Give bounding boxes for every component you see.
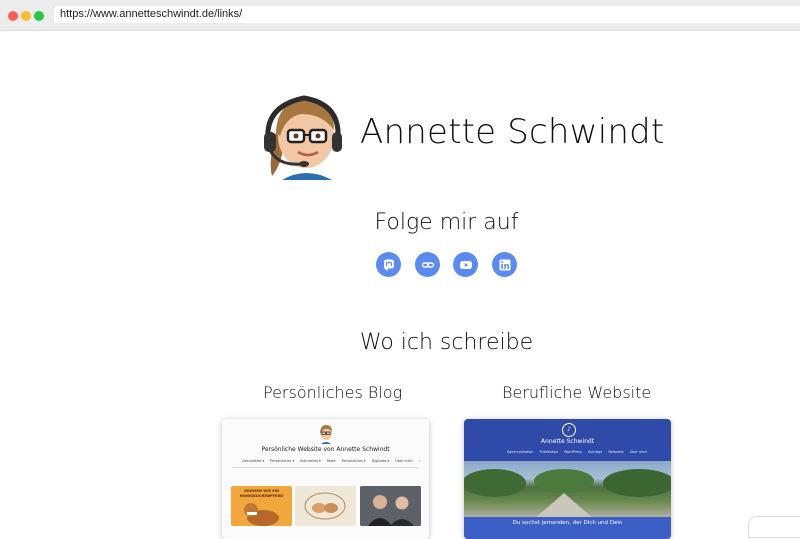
blog-thumb-bread: [295, 486, 356, 526]
work-nav-item: Publikation: [539, 450, 559, 454]
blog-nav-item: Digitales ▾: [371, 459, 390, 463]
blog-nav-item: Über mich: [395, 459, 413, 463]
work-nav-item: WordPress: [564, 450, 582, 454]
blog-nav-item: Persönliches ▾: [341, 459, 366, 463]
blog-nav-item: Kulturelles ▾: [300, 459, 321, 463]
blog-preview-card[interactable]: Persönliche Website von Annette Schwindt…: [222, 419, 429, 539]
blog-nav-item: Texte: [326, 459, 336, 463]
work-nav-item: Vorträge: [587, 450, 603, 454]
blog-thumb-people: [360, 486, 421, 526]
youtube-link[interactable]: [453, 252, 478, 277]
blog-preview-title: Persönliche Website von Annette Schwindt: [261, 446, 390, 453]
work-preview-card[interactable]: ♪ Annette Schwindt Kommunikation Publika…: [464, 419, 671, 539]
thumb-caption: GRINSEN WIE EIN HONIGKUCHENPFERD: [239, 489, 284, 498]
blog-preview-divider: [232, 467, 419, 468]
work-logo-icon: ♪: [562, 423, 576, 437]
blog-nav-item: Gesundheit ▾: [242, 459, 265, 463]
tree-avenue-photo-icon: [464, 469, 671, 519]
work-preview-title: Annette Schwindt: [540, 438, 595, 445]
minimize-window-button[interactable]: [21, 11, 31, 21]
linkedin-icon: [499, 259, 510, 270]
work-nav-item: Beispiele: [608, 450, 624, 454]
follow-heading: Folge mir auf: [374, 210, 519, 235]
youtube-icon: [459, 260, 472, 269]
work-preview-nav: Kommunikation Publikation WordPress Vort…: [507, 450, 647, 454]
blog-thumb-horse: GRINSEN WIE EIN HONIGKUCHENPFERD: [231, 486, 292, 526]
work-preview-photo: [464, 461, 671, 519]
link-icon: [421, 261, 434, 268]
mini-avatar-icon: [320, 425, 332, 444]
work-nav-item: Kommunikation: [507, 450, 534, 454]
mastodon-icon: [383, 259, 394, 270]
website-link[interactable]: [415, 252, 440, 277]
blog-nav-item: Persönliches ▾: [270, 459, 295, 463]
bread-icon: [304, 492, 346, 520]
horse-cartoon-icon: [244, 503, 279, 526]
close-window-button[interactable]: [8, 11, 18, 21]
maximize-window-button[interactable]: [34, 11, 44, 21]
blog-label: Persönliches Blog: [263, 383, 403, 402]
avatar-headset-icon: [264, 95, 342, 180]
work-nav-item: Über mich: [629, 450, 648, 454]
mastodon-link[interactable]: [376, 252, 401, 277]
people-photo-icon: [360, 486, 421, 526]
address-bar[interactable]: https://www.annetteschwindt.de/links/: [54, 6, 800, 23]
blog-nav-search-icon: ⌕: [418, 459, 421, 463]
browser-chrome: https://www.annetteschwindt.de/links/: [0, 0, 800, 31]
profile-name: Annette Schwindt: [360, 112, 665, 152]
work-preview-banner: Du suchst jemanden, der Dich und Dein: [464, 517, 671, 539]
work-label: Berufliche Website: [502, 383, 652, 402]
blog-preview-nav: Gesundheit ▾ Persönliches ▾ Kulturelles …: [242, 459, 422, 463]
linkedin-link[interactable]: [492, 252, 517, 277]
recaptcha-badge[interactable]: [748, 516, 800, 538]
writing-heading: Wo ich schreibe: [359, 330, 534, 355]
